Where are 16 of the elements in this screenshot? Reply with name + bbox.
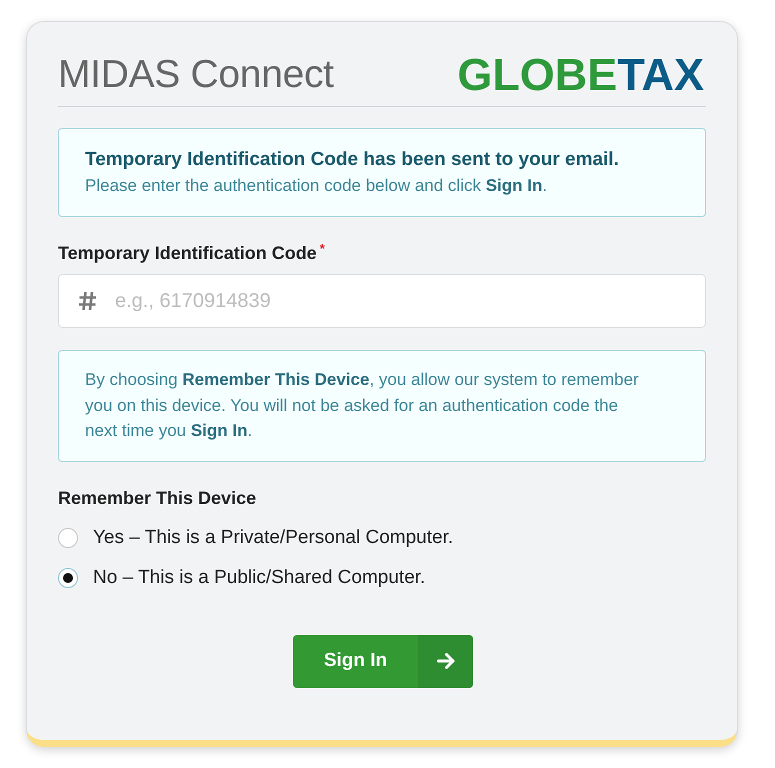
radio-group-label: Remember This Device xyxy=(58,486,258,510)
required-mark: * xyxy=(320,241,325,256)
field-label: Temporary Identification Code xyxy=(58,243,317,263)
company-logo: GLOBETAX xyxy=(457,52,704,98)
notice-heading: Temporary Identification Code has been sent to your email. xyxy=(85,148,620,172)
option-label[interactable]: Yes – This is a Private/Personal Computer. xyxy=(93,526,454,548)
sign-in-button[interactable]: Sign In xyxy=(293,634,473,688)
radio-button[interactable] xyxy=(58,528,78,548)
code-input-field[interactable]: e.g., 6170914839 xyxy=(58,274,706,328)
hash-icon xyxy=(79,292,96,310)
notice-text: Please enter the authentication code below and click Sign In. xyxy=(85,175,548,197)
arrow-right-icon xyxy=(436,653,454,669)
radio-button[interactable] xyxy=(58,568,78,588)
info-text: By choosing Remember This Device, you allow our system to remember you on this device. You will not be asked for an authentication code the next time you Sign In. xyxy=(85,369,640,442)
app-title: MIDAS Connect xyxy=(58,52,334,98)
option-label[interactable]: No – This is a Public/Shared Computer. xyxy=(93,566,426,588)
